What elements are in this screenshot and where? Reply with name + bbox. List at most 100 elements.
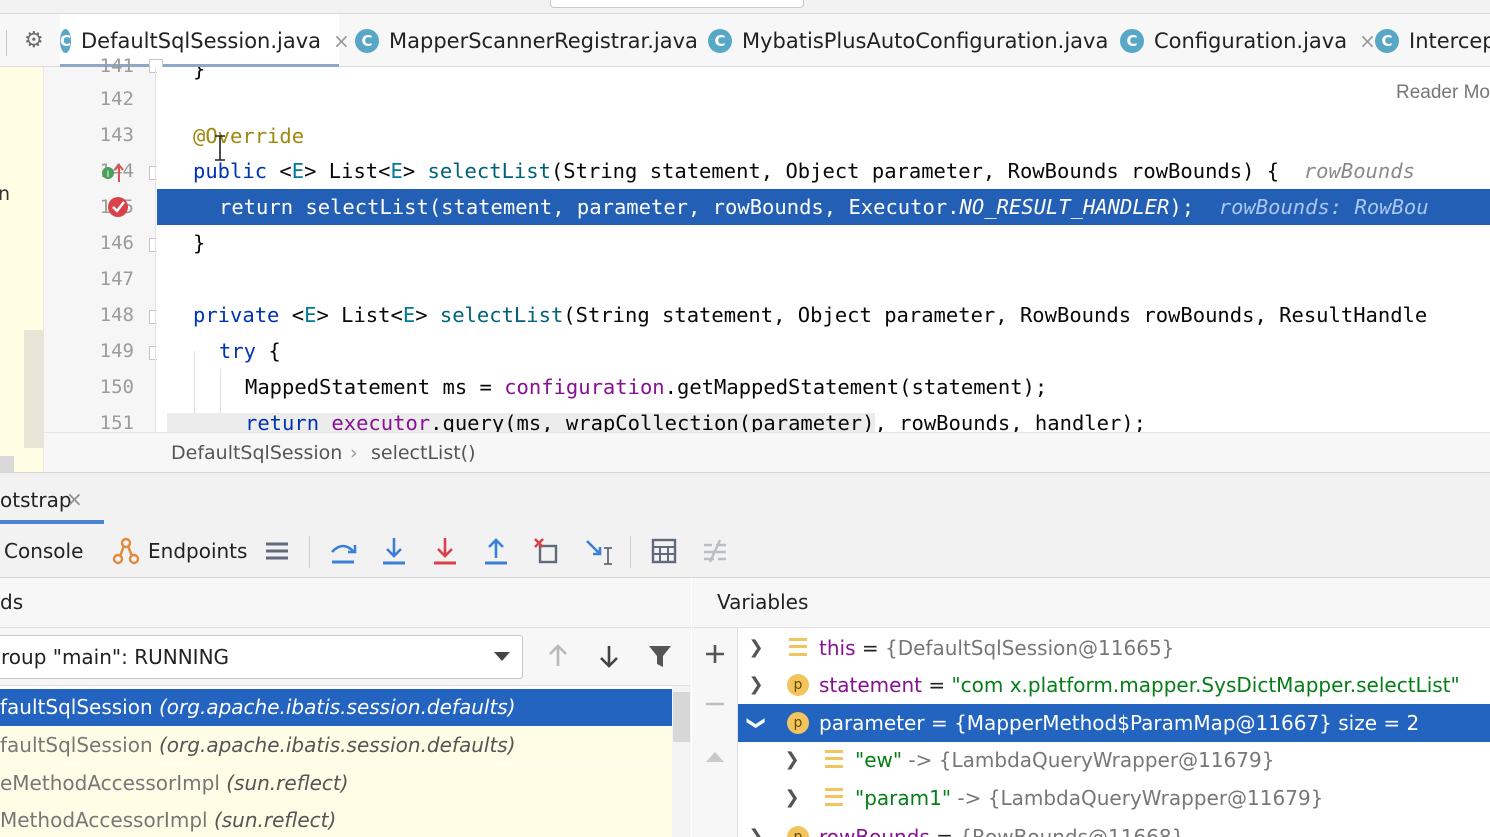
variable-row[interactable]: ❯ "param1" -> {LambdaQueryWrapper@11679}: [738, 779, 1490, 817]
trace-icon[interactable]: [700, 536, 730, 566]
variables-header: Variables: [692, 578, 1490, 628]
breadcrumb-method[interactable]: selectList(): [371, 442, 476, 464]
thread-selector[interactable]: roup "main": RUNNING: [0, 635, 523, 679]
run-to-cursor-icon[interactable]: [584, 536, 614, 566]
code-token: {: [256, 339, 281, 363]
close-icon[interactable]: ×: [1359, 29, 1376, 53]
window-top-strip: [0, 0, 1490, 14]
thread-selector-value: roup "main": RUNNING: [1, 645, 230, 669]
down-arrow-icon[interactable]: [595, 642, 623, 670]
code-token: > List<: [304, 159, 391, 183]
left-tool-panel: n: [0, 67, 44, 472]
code-token: (String statement, Object parameter, Row…: [563, 303, 1428, 327]
code-token: .getMappedStatement(statement);: [664, 375, 1048, 399]
frame-row[interactable]: faultSqlSession (org.apache.ibatis.sessi…: [0, 689, 672, 726]
code-line-149: try {: [219, 333, 281, 369]
toolbar-separator: [309, 536, 310, 568]
variable-name: this: [819, 636, 856, 660]
line-number: 143: [99, 124, 134, 146]
endpoints-label: Endpoints: [148, 539, 248, 563]
frame-row[interactable]: eMethodAccessorImpl (sun.reflect): [0, 765, 672, 802]
expand-arrow-icon[interactable]: ❯: [782, 779, 802, 817]
variable-row-selected[interactable]: ❯ p parameter = {MapperMethod$ParamMap@1…: [738, 704, 1490, 742]
variable-row[interactable]: ❯ p rowBounds = {RowBounds@11668}: [738, 818, 1490, 837]
variables-header-label: Variables: [717, 590, 809, 614]
inline-value-hint: rowBounds: RowBou: [1218, 195, 1429, 219]
endpoints-icon: [112, 537, 140, 565]
up-arrow-icon[interactable]: [544, 642, 572, 670]
remove-watch-icon[interactable]: [703, 692, 727, 716]
variables-side-toolbar: [692, 628, 738, 837]
frame-row[interactable]: MethodAccessorImpl (sun.reflect): [0, 802, 672, 837]
tab-intercept[interactable]: C Intercept: [1375, 14, 1490, 67]
add-watch-icon[interactable]: [703, 642, 727, 666]
code-editor[interactable]: } Reader Mo @Override public <E> List<E>…: [157, 67, 1490, 432]
variable-eq: =: [929, 825, 960, 837]
force-step-into-icon[interactable]: [430, 536, 460, 566]
evaluate-icon[interactable]: [649, 536, 679, 566]
expand-arrow-icon[interactable]: ❯: [746, 818, 766, 837]
class-c-icon: C: [1120, 28, 1144, 53]
param-p-icon: p: [787, 674, 809, 696]
expand-arrow-icon[interactable]: ❯: [746, 629, 766, 667]
code-token: MappedStatement ms =: [245, 375, 505, 399]
search-box-fragment[interactable]: [550, 0, 804, 8]
variable-name: rowBounds: [819, 825, 930, 837]
step-out-icon[interactable]: [481, 536, 511, 566]
line-number: 141: [99, 55, 134, 77]
scroll-corner: [0, 456, 14, 472]
execution-point-highlight: return selectList(statement, parameter, …: [157, 189, 1490, 225]
variable-row[interactable]: ❯ "ew" -> {LambdaQueryWrapper@11679}: [738, 741, 1490, 779]
expand-arrow-icon[interactable]: ❯: [746, 666, 766, 704]
tab-label: Configuration.java: [1154, 28, 1348, 53]
step-over-icon[interactable]: [328, 536, 358, 566]
code-line-148: private <E> List<E> selectList(String st…: [193, 297, 1427, 333]
line-number: 149: [99, 340, 134, 362]
close-icon[interactable]: ×: [66, 487, 83, 511]
expand-arrow-icon[interactable]: ❯: [782, 741, 802, 779]
move-up-icon[interactable]: [703, 744, 727, 768]
frame-row[interactable]: faultSqlSession (org.apache.ibatis.sessi…: [0, 727, 672, 764]
code-line-151: return executor.query(ms, wrapCollection…: [245, 405, 1146, 432]
variable-eq: ->: [951, 786, 988, 810]
tab-label: DefaultSqlSession.java: [81, 28, 322, 53]
tab-mapperscannerregistrar[interactable]: C MapperScannerRegistrar.java ×: [355, 14, 727, 67]
collapse-arrow-icon[interactable]: ❯: [737, 713, 775, 733]
filter-icon[interactable]: [646, 642, 674, 670]
frames-scrollbar[interactable]: [672, 686, 691, 837]
field-token: configuration: [504, 375, 665, 399]
console-tab[interactable]: Console: [4, 534, 83, 568]
variable-row[interactable]: ❯ this = {DefaultSqlSession@11665}: [738, 629, 1490, 667]
keyword-token: try: [219, 339, 257, 363]
svg-text:I: I: [107, 170, 110, 180]
variable-value: "com x.platform.mapper.SysDictMapper.sel…: [951, 673, 1460, 697]
panel-text-fragment: n: [0, 183, 11, 205]
line-number: 142: [99, 88, 134, 110]
tab-mybatisplusautoconfiguration[interactable]: C MybatisPlusAutoConfiguration.java ×: [708, 14, 1137, 67]
endpoints-tab[interactable]: Endpoints: [112, 534, 247, 568]
drop-frame-icon[interactable]: [532, 536, 562, 566]
override-up-icon[interactable]: I: [100, 160, 126, 186]
close-icon[interactable]: ×: [333, 29, 350, 53]
class-c-icon: C: [1375, 28, 1399, 53]
code-line-146: }: [193, 231, 206, 255]
threads-list-icon[interactable]: [262, 536, 292, 566]
debug-session-tab[interactable]: otstrap: [0, 488, 72, 512]
breakpoint-icon[interactable]: [107, 195, 131, 219]
reader-mode-label[interactable]: Reader Mo: [1396, 82, 1490, 104]
breadcrumb-class[interactable]: DefaultSqlSession: [171, 442, 342, 464]
frame-package: (org.apache.ibatis.session.defaults): [159, 695, 516, 719]
scroll-thumb[interactable]: [24, 330, 44, 448]
tab-label: MybatisPlusAutoConfiguration.java: [742, 28, 1109, 53]
editor-tab-bar: ⚙ C DefaultSqlSession.java × C MapperSca…: [0, 14, 1490, 68]
step-into-icon[interactable]: [379, 536, 409, 566]
tab-configuration[interactable]: C Configuration.java ×: [1120, 14, 1376, 67]
variable-row[interactable]: ❯ p statement = "com x.platform.mapper.S…: [738, 666, 1490, 704]
frames-pane: ds roup "main": RUNNING faultSqlSession …: [0, 578, 691, 837]
scroll-thumb[interactable]: [673, 692, 690, 742]
gear-icon[interactable]: ⚙: [24, 28, 46, 54]
constant-token: NO_RESULT_HANDLER: [959, 195, 1170, 219]
param-p-icon: p: [787, 712, 809, 734]
code-token: <: [279, 303, 305, 327]
